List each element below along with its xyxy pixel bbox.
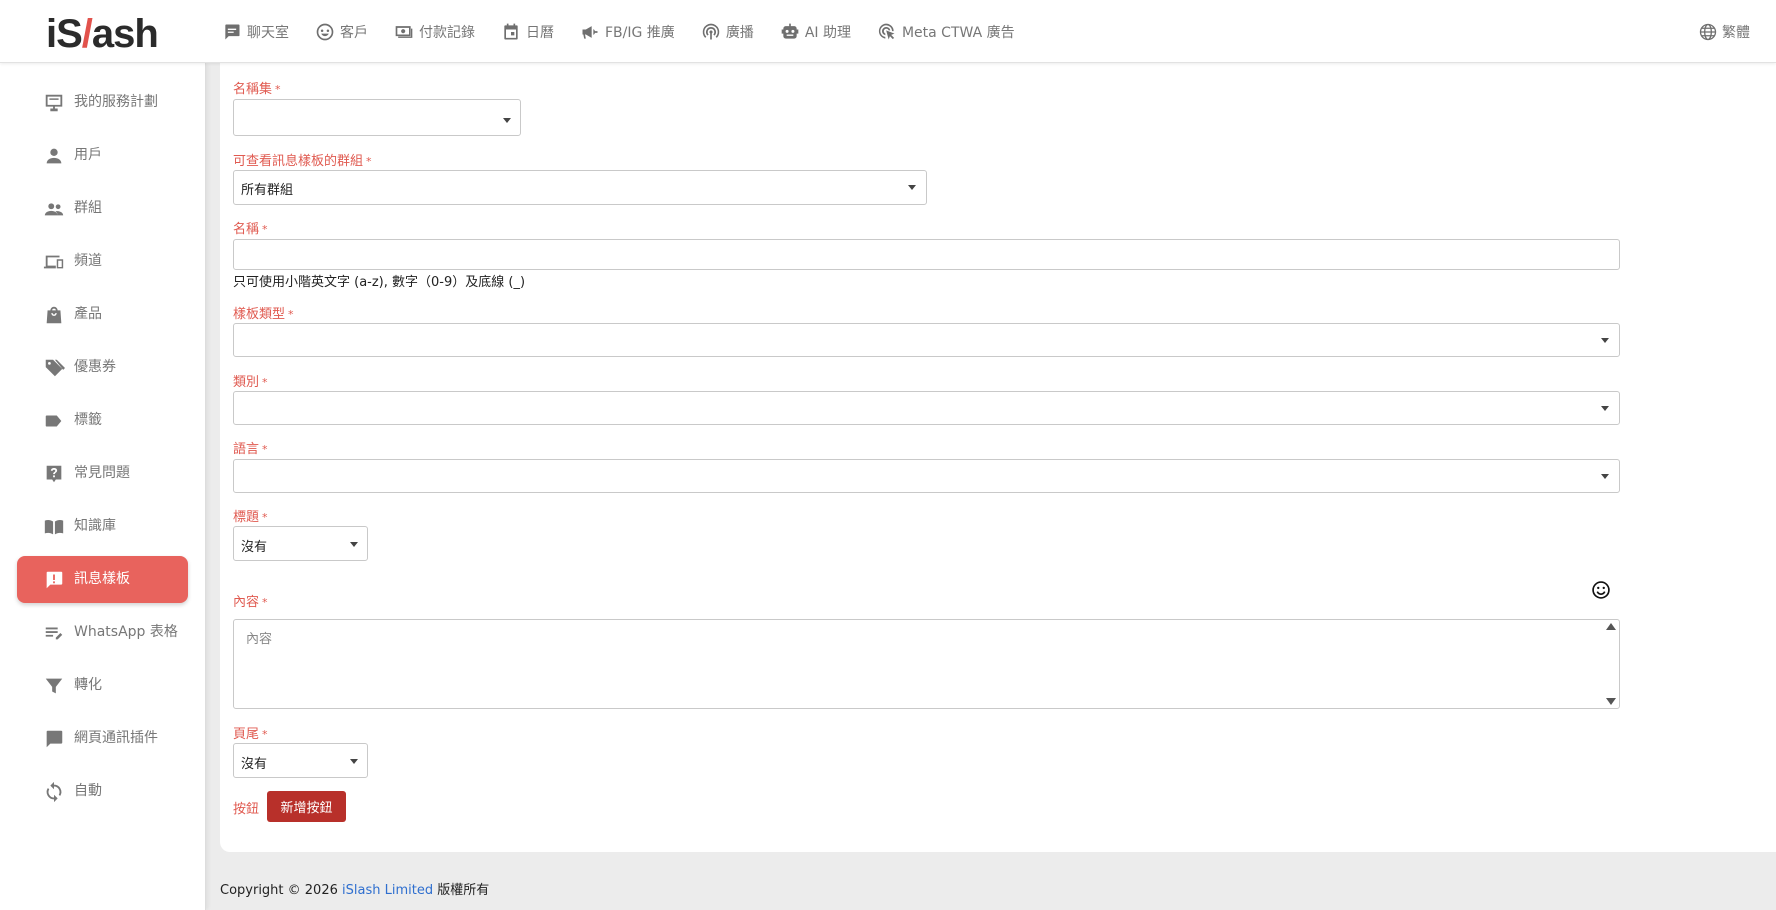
content-textarea[interactable]: 內容	[233, 619, 1620, 709]
robot-icon	[781, 23, 799, 39]
caret-down-icon	[350, 759, 358, 764]
language-switcher[interactable]: 繁體	[1698, 0, 1750, 63]
add-button-button[interactable]: 新增按鈕	[267, 791, 346, 822]
caret-down-icon	[503, 118, 511, 123]
name-helper-text: 只可使用小階英文字 (a-z), 數字（0-9）及底線 (_)	[233, 275, 526, 290]
globe-icon	[1699, 23, 1717, 40]
caret-down-icon	[1601, 474, 1609, 479]
smiley-icon	[316, 23, 334, 40]
sidebar-item-channels[interactable]: 頻道	[17, 238, 188, 285]
shopping-bag-icon	[46, 306, 62, 323]
sidebar-item-groups[interactable]: 群組	[17, 185, 188, 232]
caret-down-icon	[1601, 338, 1609, 343]
plan-icon	[45, 94, 63, 111]
footer-label: 頁尾 *	[233, 727, 268, 742]
payment-icon	[395, 25, 413, 38]
top-bar: iS/ash 聊天室 客戶 付款記錄 日曆 FB/IG 推廣 廣播 AI 助理	[0, 0, 1776, 63]
scroll-up-arrow-icon[interactable]	[1606, 623, 1616, 630]
sidebar-item-knowledge-base[interactable]: 知識庫	[17, 503, 188, 550]
header-select[interactable]: 沒有	[233, 526, 368, 561]
template-type-label: 樣板類型 *	[233, 307, 294, 322]
page-footer: Copyright © 2026 iSlash Limited 版權所有	[220, 883, 490, 898]
visible-group-select[interactable]: 所有群組	[233, 170, 927, 205]
cursor-click-icon	[878, 23, 895, 39]
content-label: 內容 *	[233, 595, 268, 610]
user-icon	[46, 148, 62, 163]
sidebar-item-message-templates[interactable]: 訊息樣板	[17, 556, 188, 603]
caret-down-icon	[350, 542, 358, 547]
sidebar-item-tags[interactable]: 標籤	[17, 397, 188, 444]
header-label: 標題 *	[233, 510, 268, 525]
top-nav: 聊天室 客戶 付款記錄 日曆 FB/IG 推廣 廣播 AI 助理 Meta CT…	[222, 0, 1041, 63]
calendar-icon	[504, 23, 518, 39]
question-icon	[46, 465, 62, 482]
message-alert-icon	[46, 571, 63, 588]
tags-icon	[45, 359, 65, 376]
chat-icon	[225, 24, 240, 39]
sidebar-item-faq[interactable]: 常見問題	[17, 450, 188, 497]
megaphone-icon	[582, 25, 598, 39]
label-icon	[45, 415, 62, 426]
nav-ai-assistant[interactable]: AI 助理	[780, 22, 851, 42]
emoji-picker-button[interactable]	[1591, 580, 1611, 600]
emoji-icon	[1592, 581, 1610, 599]
template-type-select[interactable]	[233, 323, 1620, 357]
nav-fbig-promotion[interactable]: FB/IG 推廣	[580, 22, 675, 42]
widget-chat-icon	[46, 730, 63, 747]
sidebar-item-service-plan[interactable]: 我的服務計劃	[17, 79, 188, 126]
sidebar: 我的服務計劃 用戶 群組 頻道 產品 優惠券 標籤 常見問題 知識庫 訊息樣板 …	[0, 63, 206, 910]
template-form-card: 名稱集 * 可查看訊息樣板的群組 * 所有群組 名稱 * 只可使用小階英文字 (a-z…	[220, 63, 1776, 852]
name-label: 名稱 *	[233, 222, 268, 237]
sidebar-item-conversion[interactable]: 轉化	[17, 662, 188, 709]
nav-customers[interactable]: 客戶	[315, 22, 368, 42]
form-list-icon	[45, 627, 63, 639]
namespace-select[interactable]	[233, 99, 521, 136]
devices-icon	[43, 255, 64, 268]
category-select[interactable]	[233, 391, 1620, 425]
funnel-icon	[45, 678, 63, 693]
namespace-label: 名稱集 *	[233, 82, 281, 97]
company-link[interactable]: iSlash Limited	[342, 883, 433, 898]
sidebar-item-coupons[interactable]: 優惠券	[17, 344, 188, 391]
group-icon	[44, 202, 64, 215]
category-label: 類別 *	[233, 375, 268, 390]
language-label: 語言 *	[233, 442, 268, 457]
name-input[interactable]	[233, 239, 1620, 270]
nav-payment-records[interactable]: 付款記錄	[394, 22, 475, 42]
nav-calendar[interactable]: 日曆	[501, 22, 554, 42]
scroll-down-arrow-icon[interactable]	[1606, 698, 1616, 705]
buttons-label: 按鈕	[233, 802, 260, 817]
nav-meta-ctwa-ads[interactable]: Meta CTWA 廣告	[877, 22, 1015, 42]
caret-down-icon	[908, 185, 916, 190]
sidebar-item-web-chat-widget[interactable]: 網頁通訊插件	[17, 715, 188, 762]
sync-icon	[46, 781, 62, 802]
sidebar-item-automation[interactable]: 自動	[17, 768, 188, 815]
footer-select[interactable]: 沒有	[233, 743, 368, 778]
caret-down-icon	[1601, 406, 1609, 411]
language-select[interactable]	[233, 459, 1620, 493]
visible-group-label: 可查看訊息樣板的群組 *	[233, 154, 372, 169]
sidebar-item-users[interactable]: 用戶	[17, 132, 188, 179]
broadcast-icon	[702, 23, 720, 39]
islash-logo[interactable]: iS/ash	[46, 14, 159, 54]
sidebar-item-whatsapp-forms[interactable]: WhatsApp 表格	[17, 609, 188, 656]
nav-chatroom[interactable]: 聊天室	[222, 22, 289, 42]
book-icon	[44, 519, 64, 534]
sidebar-item-products[interactable]: 產品	[17, 291, 188, 338]
nav-broadcast[interactable]: 廣播	[701, 22, 754, 42]
